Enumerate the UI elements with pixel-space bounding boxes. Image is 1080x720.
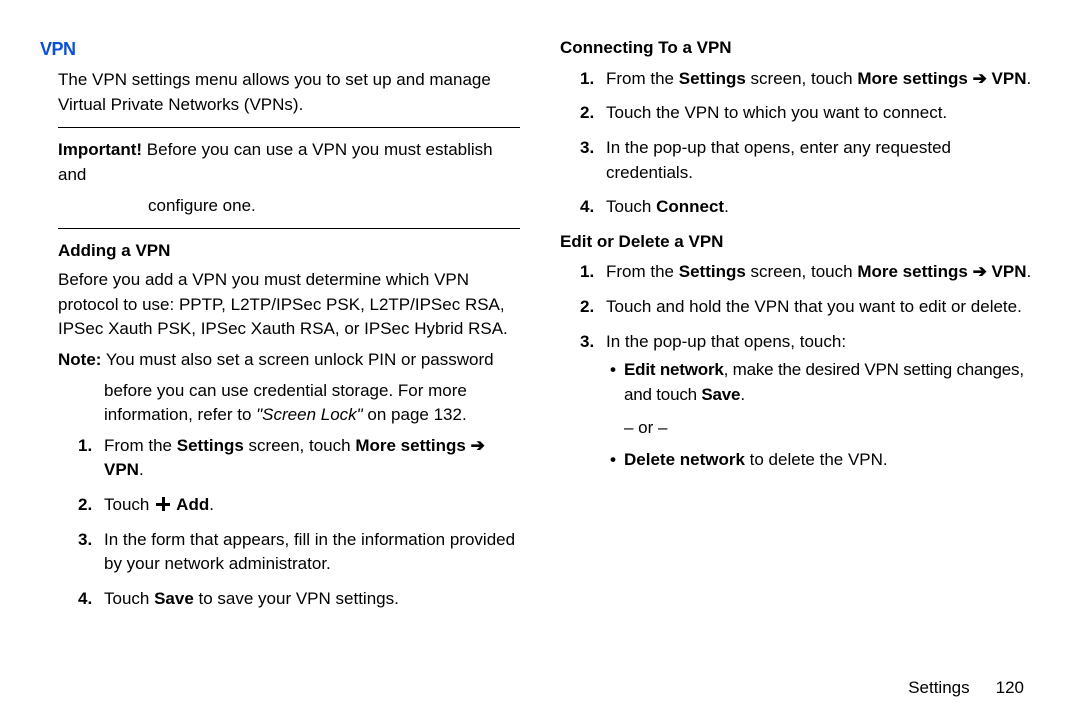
edit-option-edit: Edit network, make the desired VPN setti… [624, 358, 1040, 407]
connect-heading: Connecting To a VPN [560, 36, 1040, 61]
arrow-icon: ➔ [973, 262, 987, 281]
t: to delete the VPN. [745, 450, 888, 469]
note-label: Note: [58, 350, 101, 369]
divider [58, 228, 520, 229]
t: VPN [104, 460, 139, 479]
connect-steps: From the Settings screen, touch More set… [560, 67, 1040, 220]
t: VPN [987, 262, 1027, 281]
t: From the [606, 69, 679, 88]
t: In the pop-up that opens, touch: [606, 332, 846, 351]
note-line2: before you can use credential storage. F… [104, 381, 467, 400]
connect-step-4: Touch Connect. [604, 195, 1040, 220]
t: screen, touch [746, 69, 858, 88]
t: Settings [177, 436, 244, 455]
footer-section: Settings [908, 678, 969, 697]
t: More settings [857, 69, 972, 88]
right-column: Connecting To a VPN From the Settings sc… [560, 36, 1040, 620]
intro-text: The VPN settings menu allows you to set … [58, 68, 520, 117]
t: . [724, 197, 729, 216]
or-separator: – or – [624, 416, 1040, 441]
t: More settings [355, 436, 470, 455]
t: . [139, 460, 144, 479]
t: Save [154, 589, 194, 608]
t: . [1027, 69, 1032, 88]
step-1: From the Settings screen, touch More set… [102, 434, 520, 483]
page-body: VPN The VPN settings menu allows you to … [0, 0, 1080, 640]
step-2: Touch Add. [102, 493, 520, 518]
important-label: Important! [58, 140, 142, 159]
adding-heading: Adding a VPN [58, 239, 520, 264]
edit-step-3: In the pop-up that opens, touch: Edit ne… [604, 330, 1040, 473]
t: Connect [656, 197, 724, 216]
note-line3a: information, refer to [104, 405, 256, 424]
edit-heading: Edit or Delete a VPN [560, 230, 1040, 255]
note-ref: "Screen Lock" [256, 405, 363, 424]
arrow-icon: ➔ [973, 69, 987, 88]
edit-steps: From the Settings screen, touch More set… [560, 260, 1040, 472]
edit-options: Edit network, make the desired VPN setti… [606, 358, 1040, 473]
left-column: VPN The VPN settings menu allows you to … [40, 36, 520, 620]
step-3: In the form that appears, fill in the in… [102, 528, 520, 577]
t: to save your VPN settings. [194, 589, 399, 608]
edit-step-2: Touch and hold the VPN that you want to … [604, 295, 1040, 320]
t: From the [104, 436, 177, 455]
adding-intro: Before you add a VPN you must determine … [58, 268, 520, 342]
left-content: The VPN settings menu allows you to set … [40, 68, 520, 612]
t: From the [606, 262, 679, 281]
divider [58, 127, 520, 128]
page-footer: Settings 120 [908, 678, 1024, 698]
note-block: Note: You must also set a screen unlock … [58, 348, 520, 373]
t: Settings [679, 69, 746, 88]
section-title-vpn: VPN [40, 36, 520, 62]
t: screen, touch [746, 262, 858, 281]
edit-option-delete: Delete network to delete the VPN. [624, 448, 1040, 473]
t: More settings [857, 262, 972, 281]
t: Save [701, 385, 740, 404]
edit-step-1: From the Settings screen, touch More set… [604, 260, 1040, 285]
t: Touch [104, 589, 154, 608]
t: Delete network [624, 450, 745, 469]
important-continuation: configure one. [58, 194, 520, 219]
step-4: Touch Save to save your VPN settings. [102, 587, 520, 612]
note-continuation: before you can use credential storage. F… [58, 379, 520, 428]
important-block: Important! Before you can use a VPN you … [58, 138, 520, 187]
adding-steps: From the Settings screen, touch More set… [58, 434, 520, 612]
t: . [740, 385, 745, 404]
t: Touch [606, 197, 656, 216]
arrow-icon: ➔ [471, 436, 485, 455]
t: screen, touch [244, 436, 356, 455]
t: Touch [104, 495, 154, 514]
note-line3c: on page 132. [363, 405, 467, 424]
note-line1: You must also set a screen unlock PIN or… [101, 350, 493, 369]
plus-icon [156, 497, 170, 511]
t: Add [172, 495, 209, 514]
connect-step-1: From the Settings screen, touch More set… [604, 67, 1040, 92]
t: VPN [987, 69, 1027, 88]
t: . [209, 495, 214, 514]
connect-step-2: Touch the VPN to which you want to conne… [604, 101, 1040, 126]
connect-step-3: In the pop-up that opens, enter any requ… [604, 136, 1040, 185]
t: . [1027, 262, 1032, 281]
t: Edit network [624, 360, 724, 379]
t: Settings [679, 262, 746, 281]
footer-page-number: 120 [996, 678, 1024, 697]
